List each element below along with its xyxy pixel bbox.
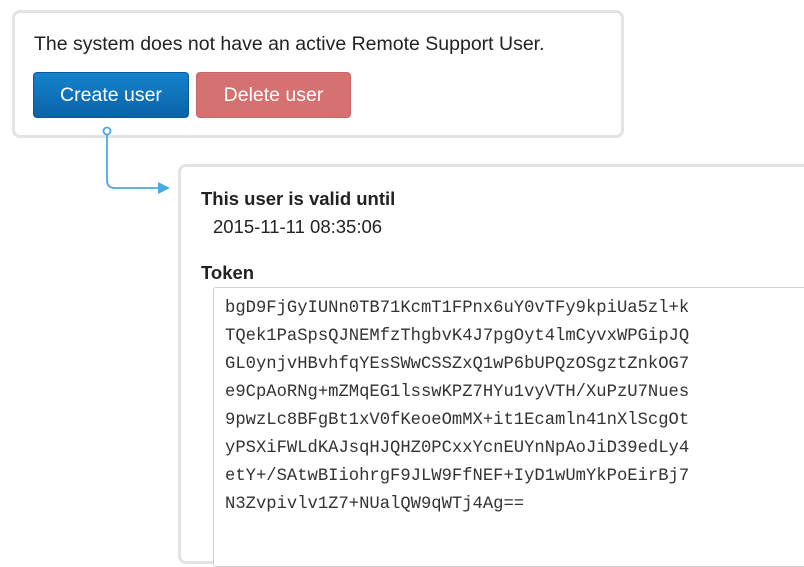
status-message: The system does not have an active Remot…: [34, 33, 545, 55]
arrow-right-icon: [158, 182, 170, 194]
remote-support-status-panel: The system does not have an active Remot…: [12, 10, 624, 138]
token-line: GL0ynjvHBvhfqYEsSWwCSSZxQ1wP6bUPQzOSgztZ…: [225, 355, 690, 374]
token-label: Token: [201, 262, 255, 283]
valid-until-value: 2015-11-11 08:35:06: [213, 216, 383, 237]
token-line: yPSXiFWLdKAJsqHJQHZ0PCxxYcnEUYnNpAoJiD39…: [225, 439, 690, 458]
token-line: bgD9FjGyIUNn0TB71KcmT1FPnx6uY0vTFy9kpiUa…: [225, 299, 690, 318]
valid-until-label: This user is valid until: [201, 188, 396, 209]
connector-line: [106, 135, 160, 189]
token-line: etY+/SAtwBIiohrgF9JLW9FfNEF+IyD1wUmYkPoE…: [225, 467, 690, 486]
token-line: e9CpAoRNg+mZMqEG1lsswKPZ7HYu1vyVTH/XuPzU…: [225, 383, 690, 402]
token-line: N3Zvpivlv1Z7+NUalQW9qWTj4Ag==: [225, 495, 525, 514]
token-line: 9pwzLc8BFgBt1xV0fKeoeOmMX+it1Ecamln41nXl…: [225, 411, 690, 430]
delete-user-button[interactable]: Delete user: [196, 72, 351, 118]
token-line: TQek1PaSpsQJNEMfzThgbvK4J7pgOyt4lmCyvxWP…: [225, 327, 690, 346]
user-details-panel: This user is valid until 2015-11-11 08:3…: [178, 164, 804, 567]
create-user-button[interactable]: Create user: [33, 72, 189, 118]
token-textarea[interactable]: bgD9FjGyIUNn0TB71KcmT1FPnx6uY0vTFy9kpiUa…: [213, 287, 804, 567]
